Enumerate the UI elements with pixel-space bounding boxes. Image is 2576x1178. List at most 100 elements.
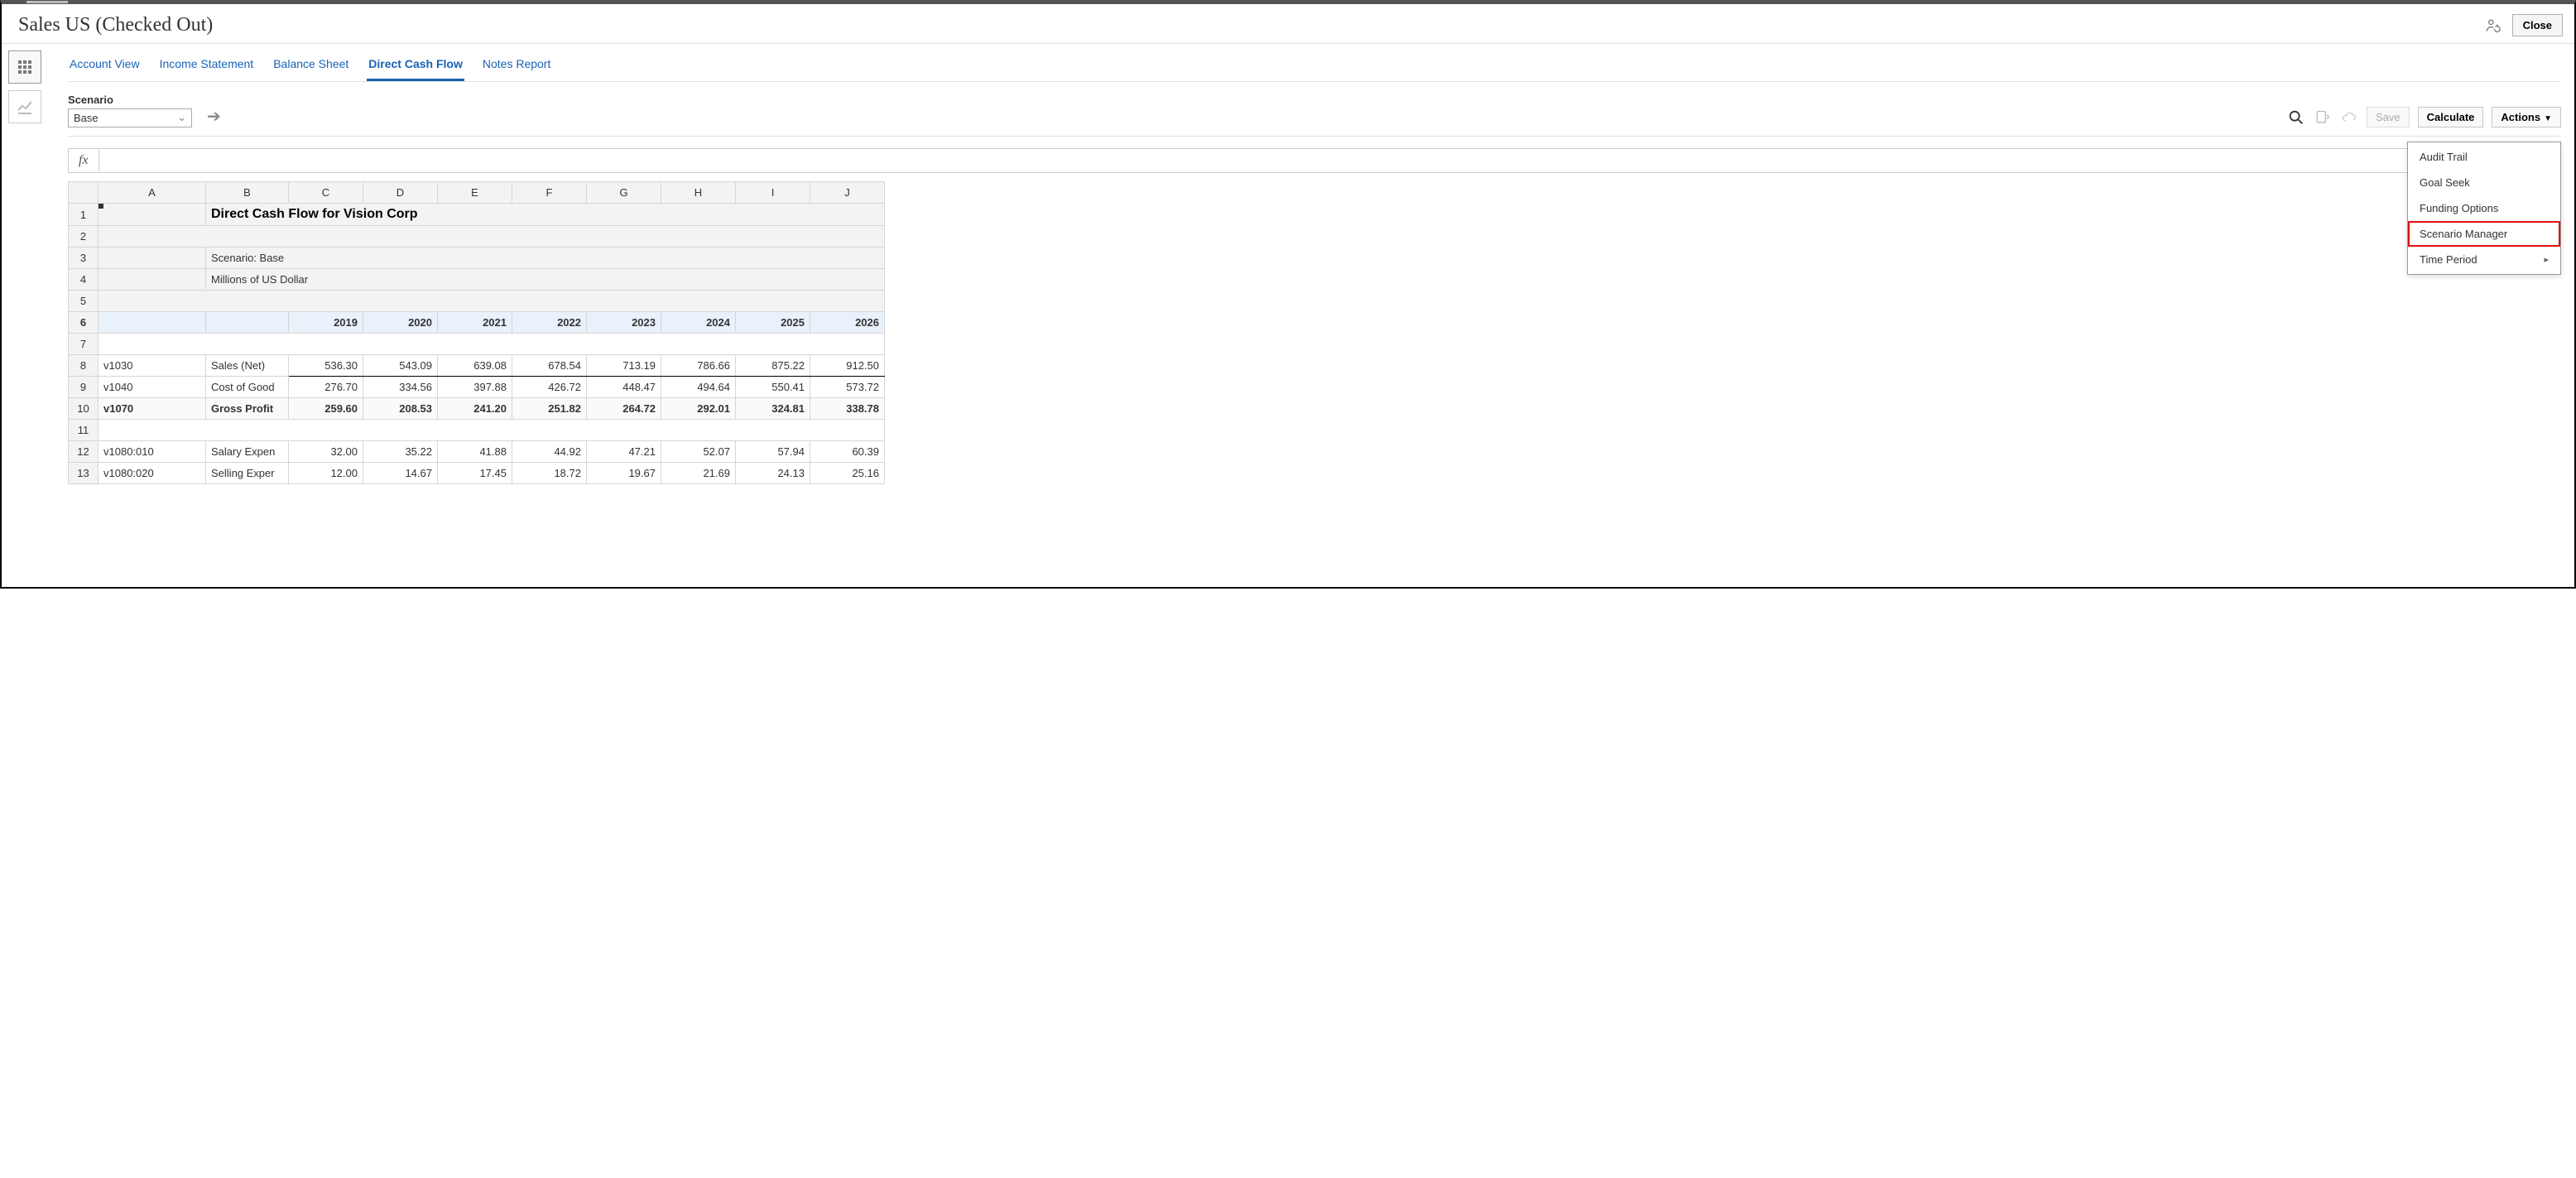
row-code[interactable]: v1080:020 bbox=[99, 463, 206, 484]
save-button[interactable]: Save bbox=[2367, 107, 2410, 127]
cell[interactable]: 35.22 bbox=[363, 441, 438, 463]
cell[interactable]: 338.78 bbox=[810, 398, 885, 420]
cell[interactable]: 18.72 bbox=[512, 463, 587, 484]
tab-balance-sheet[interactable]: Balance Sheet bbox=[272, 50, 350, 81]
year-header[interactable]: 2020 bbox=[363, 312, 438, 334]
row-header[interactable]: 4 bbox=[69, 269, 99, 291]
cell[interactable]: 32.00 bbox=[289, 441, 363, 463]
col-header[interactable]: J bbox=[810, 182, 885, 204]
cell[interactable] bbox=[99, 226, 885, 248]
row-header[interactable]: 9 bbox=[69, 377, 99, 398]
scenario-line-cell[interactable]: Scenario: Base bbox=[206, 248, 885, 269]
cell[interactable]: 241.20 bbox=[438, 398, 512, 420]
cell[interactable]: 251.82 bbox=[512, 398, 587, 420]
cell[interactable]: 550.41 bbox=[736, 377, 810, 398]
cell[interactable]: 14.67 bbox=[363, 463, 438, 484]
cell[interactable] bbox=[99, 312, 206, 334]
menu-audit-trail[interactable]: Audit Trail bbox=[2408, 144, 2560, 170]
year-header[interactable]: 2021 bbox=[438, 312, 512, 334]
user-refresh-icon[interactable] bbox=[2484, 17, 2501, 35]
table-row[interactable]: 12 v1080:010 Salary Expen 32.00 35.22 41… bbox=[69, 441, 885, 463]
search-icon[interactable] bbox=[2287, 108, 2305, 127]
cell[interactable]: 786.66 bbox=[661, 355, 736, 377]
cell[interactable]: 324.81 bbox=[736, 398, 810, 420]
tab-direct-cash-flow[interactable]: Direct Cash Flow bbox=[367, 50, 464, 81]
cell[interactable]: 536.30 bbox=[289, 355, 363, 377]
row-header[interactable]: 13 bbox=[69, 463, 99, 484]
actions-button[interactable]: Actions▼ bbox=[2492, 107, 2561, 127]
cell[interactable]: 397.88 bbox=[438, 377, 512, 398]
row-label[interactable]: Selling Exper bbox=[206, 463, 289, 484]
row-header[interactable]: 11 bbox=[69, 420, 99, 441]
cell[interactable]: 713.19 bbox=[587, 355, 661, 377]
cell[interactable]: 47.21 bbox=[587, 441, 661, 463]
row-label[interactable]: Cost of Good bbox=[206, 377, 289, 398]
row-label[interactable]: Sales (Net) bbox=[206, 355, 289, 377]
cell[interactable]: 292.01 bbox=[661, 398, 736, 420]
row-header[interactable]: 6 bbox=[69, 312, 99, 334]
col-header[interactable]: G bbox=[587, 182, 661, 204]
chart-view-icon[interactable] bbox=[8, 90, 41, 123]
cell[interactable]: 875.22 bbox=[736, 355, 810, 377]
cell[interactable] bbox=[99, 420, 885, 441]
note-add-icon[interactable] bbox=[2314, 108, 2332, 127]
row-label[interactable]: Gross Profit bbox=[206, 398, 289, 420]
year-header[interactable]: 2019 bbox=[289, 312, 363, 334]
calculate-button[interactable]: Calculate bbox=[2418, 107, 2484, 127]
cloud-icon[interactable] bbox=[2340, 108, 2358, 127]
row-header[interactable]: 2 bbox=[69, 226, 99, 248]
row-header[interactable]: 12 bbox=[69, 441, 99, 463]
col-header[interactable]: I bbox=[736, 182, 810, 204]
table-row[interactable]: 9 v1040 Cost of Good 276.70 334.56 397.8… bbox=[69, 377, 885, 398]
cell[interactable]: 12.00 bbox=[289, 463, 363, 484]
cell[interactable] bbox=[99, 291, 885, 312]
row-header[interactable]: 3 bbox=[69, 248, 99, 269]
cell[interactable]: 44.92 bbox=[512, 441, 587, 463]
cell[interactable]: 639.08 bbox=[438, 355, 512, 377]
col-header[interactable]: E bbox=[438, 182, 512, 204]
table-row[interactable]: 8 v1030 Sales (Net) 536.30 543.09 639.08… bbox=[69, 355, 885, 377]
tab-income-statement[interactable]: Income Statement bbox=[158, 50, 256, 81]
report-title-cell[interactable]: Direct Cash Flow for Vision Corp bbox=[206, 204, 885, 226]
menu-scenario-manager[interactable]: Scenario Manager bbox=[2408, 221, 2560, 247]
units-line-cell[interactable]: Millions of US Dollar bbox=[206, 269, 885, 291]
table-row[interactable]: 13 v1080:020 Selling Exper 12.00 14.67 1… bbox=[69, 463, 885, 484]
col-header[interactable]: C bbox=[289, 182, 363, 204]
year-header[interactable]: 2024 bbox=[661, 312, 736, 334]
col-header[interactable]: H bbox=[661, 182, 736, 204]
cell[interactable]: 494.64 bbox=[661, 377, 736, 398]
row-code[interactable]: v1030 bbox=[99, 355, 206, 377]
grid-corner[interactable] bbox=[69, 182, 99, 204]
cell[interactable]: 17.45 bbox=[438, 463, 512, 484]
row-code[interactable]: v1040 bbox=[99, 377, 206, 398]
cell[interactable]: 21.69 bbox=[661, 463, 736, 484]
formula-input[interactable] bbox=[99, 149, 2560, 172]
cell[interactable]: 60.39 bbox=[810, 441, 885, 463]
col-header[interactable]: A bbox=[99, 182, 206, 204]
col-header[interactable]: B bbox=[206, 182, 289, 204]
cell[interactable]: 19.67 bbox=[587, 463, 661, 484]
row-header[interactable]: 5 bbox=[69, 291, 99, 312]
row-code[interactable]: v1080:010 bbox=[99, 441, 206, 463]
cell[interactable]: 543.09 bbox=[363, 355, 438, 377]
cell[interactable]: 276.70 bbox=[289, 377, 363, 398]
year-header[interactable]: 2023 bbox=[587, 312, 661, 334]
row-header[interactable]: 8 bbox=[69, 355, 99, 377]
year-header[interactable]: 2022 bbox=[512, 312, 587, 334]
cell[interactable] bbox=[206, 312, 289, 334]
tab-account-view[interactable]: Account View bbox=[68, 50, 142, 81]
cell[interactable] bbox=[99, 334, 885, 355]
grid-view-icon[interactable] bbox=[8, 50, 41, 84]
row-label[interactable]: Salary Expen bbox=[206, 441, 289, 463]
year-header[interactable]: 2025 bbox=[736, 312, 810, 334]
scenario-select[interactable]: Base bbox=[68, 108, 192, 127]
cell[interactable] bbox=[99, 269, 206, 291]
table-row[interactable]: 10 v1070 Gross Profit 259.60 208.53 241.… bbox=[69, 398, 885, 420]
cell[interactable]: 573.72 bbox=[810, 377, 885, 398]
col-header[interactable]: D bbox=[363, 182, 438, 204]
cell[interactable]: 41.88 bbox=[438, 441, 512, 463]
cell[interactable]: 912.50 bbox=[810, 355, 885, 377]
spreadsheet-grid[interactable]: A B C D E F G H I J 1 Direct Cash Flow f… bbox=[68, 181, 885, 484]
row-code[interactable]: v1070 bbox=[99, 398, 206, 420]
cell[interactable]: 24.13 bbox=[736, 463, 810, 484]
